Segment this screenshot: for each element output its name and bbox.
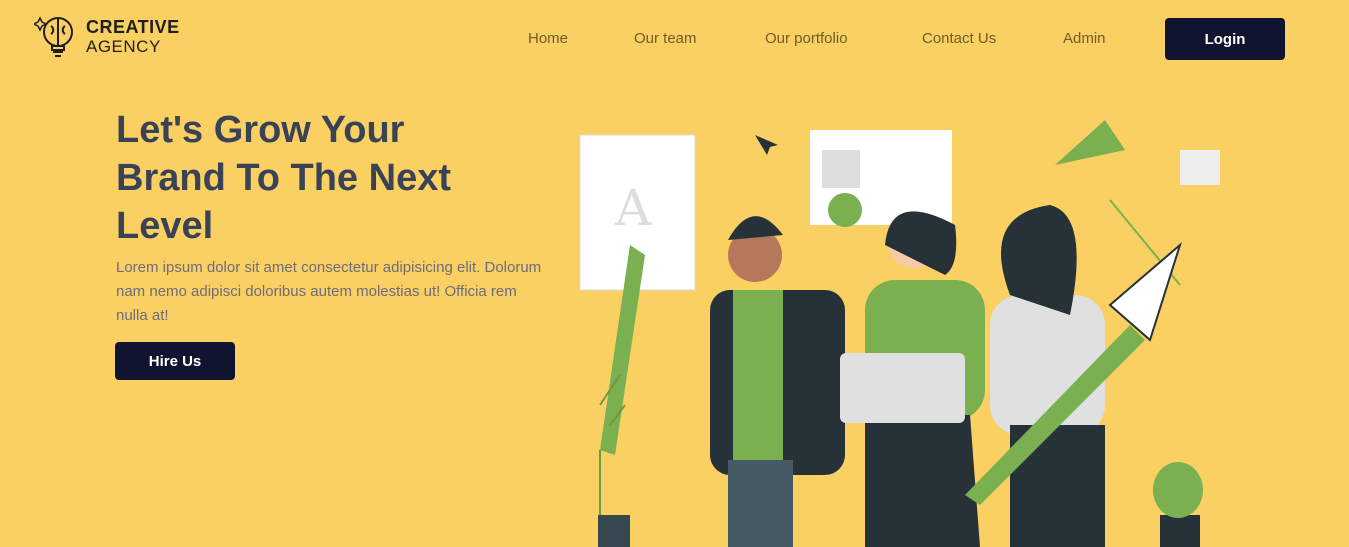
svg-text:A: A bbox=[614, 179, 652, 237]
nav-admin[interactable]: Admin bbox=[1063, 18, 1106, 60]
nav-our-team[interactable]: Our team bbox=[634, 18, 765, 60]
logo-line2: AGENCY bbox=[86, 37, 161, 56]
brain-bulb-icon bbox=[34, 16, 73, 57]
hero-description: Lorem ipsum dolor sit amet consectetur a… bbox=[116, 259, 542, 324]
nav-our-portfolio[interactable]: Our portfolio bbox=[765, 18, 922, 60]
main-nav: Home Our team Our portfolio Contact Us A… bbox=[528, 18, 1106, 60]
team-illustration: A bbox=[579, 120, 1220, 547]
logo[interactable]: CREATIVE AGENCY bbox=[34, 12, 180, 62]
nav-contact-us[interactable]: Contact Us bbox=[922, 18, 1063, 60]
nav-home[interactable]: Home bbox=[528, 18, 634, 60]
hire-us-button[interactable]: Hire Us bbox=[115, 342, 235, 380]
login-button[interactable]: Login bbox=[1165, 18, 1285, 60]
hero-title: Let's Grow Your Brand To The Next Level bbox=[116, 109, 451, 247]
logo-line1: CREATIVE bbox=[86, 17, 180, 37]
